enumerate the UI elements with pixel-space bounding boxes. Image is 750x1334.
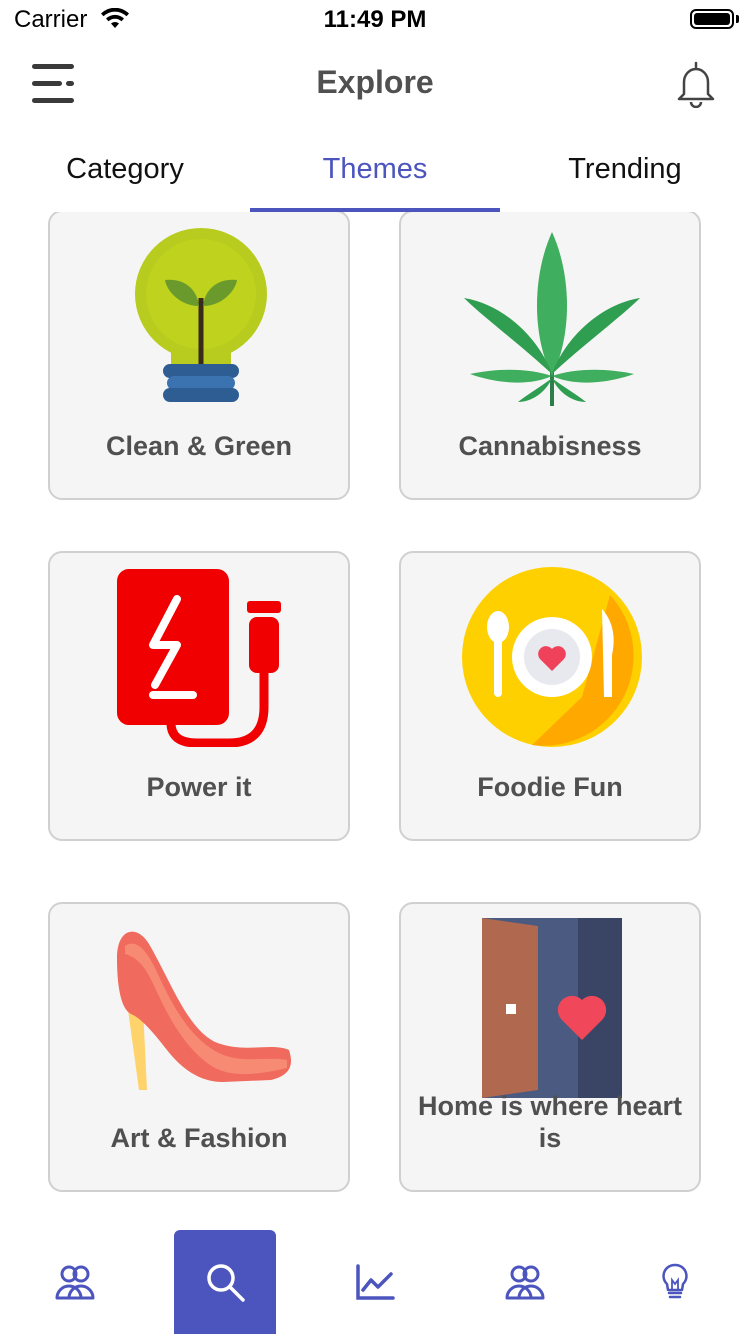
nav-stats[interactable] <box>324 1230 426 1334</box>
theme-label: Clean & Green <box>105 431 293 461</box>
tab-bar: Category Themes Trending <box>0 130 750 212</box>
power-bank-icon <box>117 569 281 747</box>
theme-card-power-it[interactable]: Power it <box>48 551 350 841</box>
theme-label: Cannabisness <box>458 431 642 461</box>
nav-ideas[interactable] <box>624 1230 726 1334</box>
high-heel-icon <box>117 931 291 1090</box>
theme-card-home-heart[interactable]: Home is where heart is <box>399 902 701 1192</box>
lightbulb-plant-icon <box>135 228 267 402</box>
theme-label: Art & Fashion <box>110 1123 288 1153</box>
lightbulb-icon <box>662 1263 688 1299</box>
tab-themes[interactable]: Themes <box>250 130 500 212</box>
tab-trending[interactable]: Trending <box>500 130 750 212</box>
themes-grid: Clean & Green Cannabisness Power it Food… <box>0 212 750 1222</box>
search-icon <box>207 1264 245 1302</box>
battery-icon <box>690 9 734 29</box>
page-title: Explore <box>316 64 434 100</box>
battery-nub <box>736 15 739 23</box>
line-chart-icon <box>356 1264 395 1300</box>
notifications-button[interactable] <box>674 60 718 109</box>
theme-label: Power it <box>146 772 252 802</box>
users-icon <box>505 1265 545 1300</box>
theme-label: Foodie Fun <box>477 772 623 802</box>
theme-card-art-fashion[interactable]: Art & Fashion <box>48 902 350 1192</box>
tab-category[interactable]: Category <box>0 130 250 212</box>
bell-icon <box>677 61 715 109</box>
theme-card-foodie-fun[interactable]: Foodie Fun <box>399 551 701 841</box>
cannabis-leaf-icon <box>464 232 640 406</box>
nav-groups[interactable] <box>474 1230 576 1334</box>
status-time: 11:49 PM <box>323 6 427 33</box>
theme-card-clean-green[interactable]: Clean & Green <box>48 212 350 500</box>
theme-card-cannabisness[interactable]: Cannabisness <box>399 212 701 500</box>
status-bar: Carrier 11:49 PM <box>0 0 750 40</box>
plate-cutlery-icon <box>462 567 642 747</box>
theme-label: Home is where heart is <box>417 1091 683 1153</box>
door-heart-icon <box>482 918 622 1098</box>
nav-community[interactable] <box>24 1230 126 1334</box>
users-icon <box>55 1265 95 1300</box>
app-header: Explore <box>0 40 750 130</box>
nav-explore[interactable] <box>174 1230 276 1334</box>
bottom-nav <box>0 1222 750 1334</box>
